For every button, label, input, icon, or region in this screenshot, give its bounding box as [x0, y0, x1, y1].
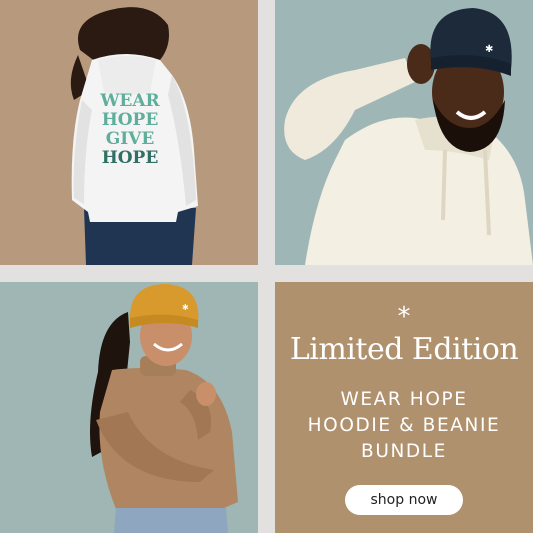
product-title: WEAR HOPE HOODIE & BEANIE BUNDLE — [308, 387, 501, 465]
hoodie-print-line: HOPE — [101, 110, 159, 130]
promo-panel: * Limited Edition WEAR HOPE HOODIE & BEA… — [275, 282, 533, 533]
hoodie-print-line: WEAR — [100, 91, 160, 111]
product-title-line: WEAR HOPE — [340, 389, 468, 410]
product-title-line: BUNDLE — [361, 441, 447, 462]
star-icon: * — [397, 302, 411, 332]
woman-beanie-illustration: ✱ — [0, 282, 258, 533]
svg-text:✱: ✱ — [182, 303, 189, 312]
hoodie-print: WEAR HOPE GIVE HOPE — [100, 92, 160, 168]
man-beanie-illustration: ✱ — [275, 0, 533, 265]
hoodie-print-line: HOPE — [101, 148, 159, 168]
svg-text:✱: ✱ — [485, 44, 493, 55]
photo-man-beanie: ✱ — [275, 0, 533, 265]
photo-hoodie-back: WEAR HOPE GIVE HOPE — [0, 0, 258, 265]
headline: Limited Edition — [289, 332, 519, 367]
promo-content: * Limited Edition WEAR HOPE HOODIE & BEA… — [275, 282, 533, 533]
photo-woman-beanie: ✱ — [0, 282, 258, 533]
shop-now-button[interactable]: shop now — [345, 485, 463, 515]
product-title-line: HOODIE & BEANIE — [307, 415, 501, 436]
hoodie-print-line: GIVE — [105, 129, 155, 149]
